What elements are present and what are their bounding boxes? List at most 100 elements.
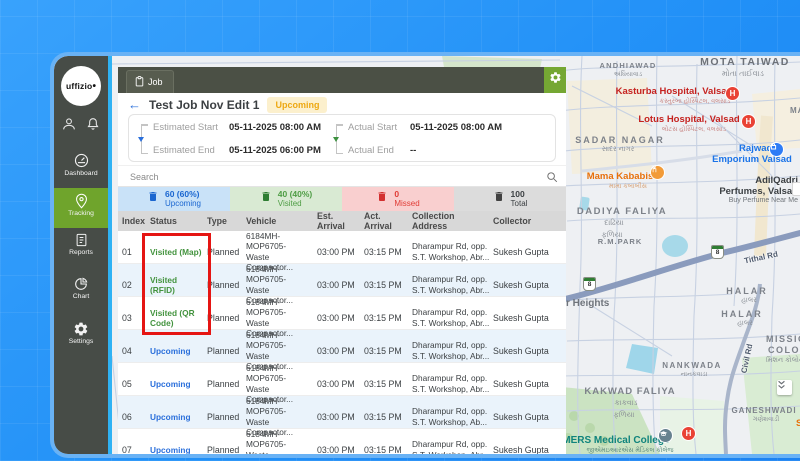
actual-end-label: Actual End [348, 145, 410, 156]
pie-chart-icon [54, 276, 108, 292]
cell-index: 02 [122, 280, 150, 290]
cell-act-arrival: 03:15 PM [364, 346, 412, 356]
app-window: ANDHIAWAD અંધિયાવાડ MOTA TAIWAD મોતા તાઈ… [50, 52, 800, 458]
column-header: Est. Arrival [317, 211, 364, 231]
tab-job[interactable]: Job [126, 70, 174, 93]
cell-collector: Sukesh Gupta [493, 280, 566, 290]
cell-index: 01 [122, 247, 150, 257]
cell-address: Dharampur Rd, opp.S.T. Workshop, Abr... [412, 307, 493, 328]
status-link[interactable]: Upcoming [150, 346, 207, 356]
schedule-card: Estimated Start05-11-2025 08:00 AM Estim… [128, 114, 556, 162]
map-area-ganeshwadi: GANESHWADI [731, 406, 796, 415]
user-icon[interactable] [61, 116, 77, 137]
sidebar: uffizio• Dashboard Tracking [54, 56, 108, 454]
table-row[interactable]: 02 Visited (RFID) Planned 6184MH-MOP6705… [118, 264, 566, 297]
column-header: Vehicle [246, 216, 317, 226]
column-header: Status [150, 216, 207, 226]
cell-vehicle: 6184MH-MOP6705-Waste Compactor... [246, 429, 317, 454]
status-link[interactable]: Upcoming [150, 379, 207, 389]
map-area-heights: r Heights [566, 298, 609, 309]
college-marker-icon[interactable] [658, 428, 673, 443]
actual-bracket-icon [336, 124, 344, 154]
status-link[interactable]: Upcoming [150, 445, 207, 454]
status-link[interactable]: Visited (QR Code) [150, 308, 207, 328]
reports-icon [54, 232, 108, 248]
map-area-halar-1: HALAR [726, 286, 768, 296]
cell-type: Planned [207, 313, 246, 323]
table-row[interactable]: 05 Upcoming Planned 6184MH-MOP6705-Waste… [118, 363, 566, 396]
cell-est-arrival: 03:00 PM [317, 280, 364, 290]
collapse-chevron-button[interactable] [777, 380, 792, 395]
map-area-kakwad-faliya: KAKWAD FALIYA [584, 386, 675, 397]
cell-est-arrival: 03:00 PM [317, 379, 364, 389]
clipboard-icon [135, 76, 144, 89]
search-bar [118, 165, 566, 187]
column-header: Index [122, 216, 150, 226]
map-area-dadiya-faliya: DADIYA FALIYA [577, 206, 667, 217]
cell-est-arrival: 03:00 PM [317, 346, 364, 356]
column-header: Collection Address [412, 211, 493, 231]
hospital-marker-icon[interactable]: H [681, 426, 696, 441]
status-link[interactable]: Upcoming [150, 412, 207, 422]
column-header: Act. Arrival [364, 211, 412, 231]
estimated-marker-icon [138, 137, 144, 142]
tracking-pin-icon [54, 193, 108, 209]
actual-start-label: Actual Start [348, 122, 410, 133]
job-title-row: ← Test Job Nov Edit 1 Upcoming [118, 93, 566, 116]
column-header: Collector [493, 216, 566, 226]
chip-missed[interactable]: 0Missed [342, 187, 454, 211]
cell-collector: Sukesh Gupta [493, 379, 566, 389]
chip-total[interactable]: 100Total [454, 187, 566, 211]
table-row[interactable]: 04 Upcoming Planned 6184MH-MOP6705-Waste… [118, 330, 566, 363]
bell-icon[interactable] [85, 116, 101, 137]
cell-type: Planned [207, 247, 246, 257]
map-area-halar-2: HALAR [721, 309, 763, 319]
cell-act-arrival: 03:15 PM [364, 313, 412, 323]
dashboard-icon [54, 152, 108, 169]
chip-upcoming[interactable]: 60 (60%)Upcoming [118, 187, 230, 211]
table-header: IndexStatusTypeVehicleEst. ArrivalAct. A… [118, 211, 566, 231]
status-summary: 60 (60%)Upcoming 40 (40%)Visited 0Missed… [118, 187, 566, 211]
back-arrow-icon[interactable]: ← [128, 98, 141, 111]
cell-address: Dharampur Rd, opp.S.T. Workshop, Abr... [412, 340, 493, 361]
sidebar-item-chart[interactable]: Chart [54, 276, 108, 312]
hospital-marker-icon[interactable]: H [725, 86, 740, 101]
restaurant-marker-icon[interactable] [650, 165, 665, 180]
chip-visited[interactable]: 40 (40%)Visited [230, 187, 342, 211]
sidebar-item-tracking[interactable]: Tracking [54, 188, 108, 228]
cell-address: Dharampur Rd, opp.S.T. Workshop, Abr... [412, 439, 493, 454]
table-row[interactable]: 03 Visited (QR Code) Planned 6184MH-MOP6… [118, 297, 566, 330]
table-row[interactable]: 01 Visited (Map) Planned 6184MH-MOP6705-… [118, 231, 566, 264]
cell-index: 04 [122, 346, 150, 356]
job-panel: Job ← Test Job Nov Edit 1 Upcoming [118, 67, 566, 454]
sidebar-item-dashboard[interactable]: Dashboard [54, 152, 108, 188]
map-control-box[interactable] [792, 182, 800, 196]
search-input[interactable] [128, 168, 532, 186]
highway-shield-icon: 8 [711, 245, 724, 259]
status-link[interactable]: Visited (Map) [150, 247, 207, 257]
panel-settings-button[interactable] [544, 67, 566, 93]
map-poi-lotus-hospital: Lotus Hospital, Valsad [638, 114, 739, 125]
shopping-marker-icon[interactable] [769, 142, 784, 157]
job-title: Test Job Nov Edit 1 [149, 98, 259, 112]
sidebar-divider [108, 56, 112, 454]
map-area-sadar-nagar: SADAR NAGAR [575, 135, 665, 145]
actual-start-value: 05-11-2025 08:00 AM [410, 122, 502, 133]
map-area-rm-park: R.M.PARK [598, 237, 643, 246]
estimated-end-value: 05-11-2025 06:00 PM [229, 145, 321, 156]
cell-act-arrival: 03:15 PM [364, 280, 412, 290]
cell-address: Dharampur Rd, opp.S.T. Workshop, Abr... [412, 274, 493, 295]
app-logo[interactable]: uffizio• [61, 66, 101, 106]
search-icon[interactable] [546, 170, 558, 188]
sidebar-item-reports[interactable]: Reports [54, 232, 108, 268]
cell-index: 03 [122, 313, 150, 323]
cell-type: Planned [207, 280, 246, 290]
table-row[interactable]: 06 Upcoming Planned 6184MH-MOP6705-Waste… [118, 396, 566, 429]
job-stops-table: 01 Visited (Map) Planned 6184MH-MOP6705-… [118, 231, 566, 454]
status-link[interactable]: Visited (RFID) [150, 275, 207, 295]
estimated-start-label: Estimated Start [153, 122, 229, 133]
sidebar-item-settings[interactable]: Settings [54, 321, 108, 357]
hospital-marker-icon[interactable]: H [741, 114, 756, 129]
cell-collector: Sukesh Gupta [493, 445, 566, 454]
table-row[interactable]: 07 Upcoming Planned 6184MH-MOP6705-Waste… [118, 429, 566, 454]
